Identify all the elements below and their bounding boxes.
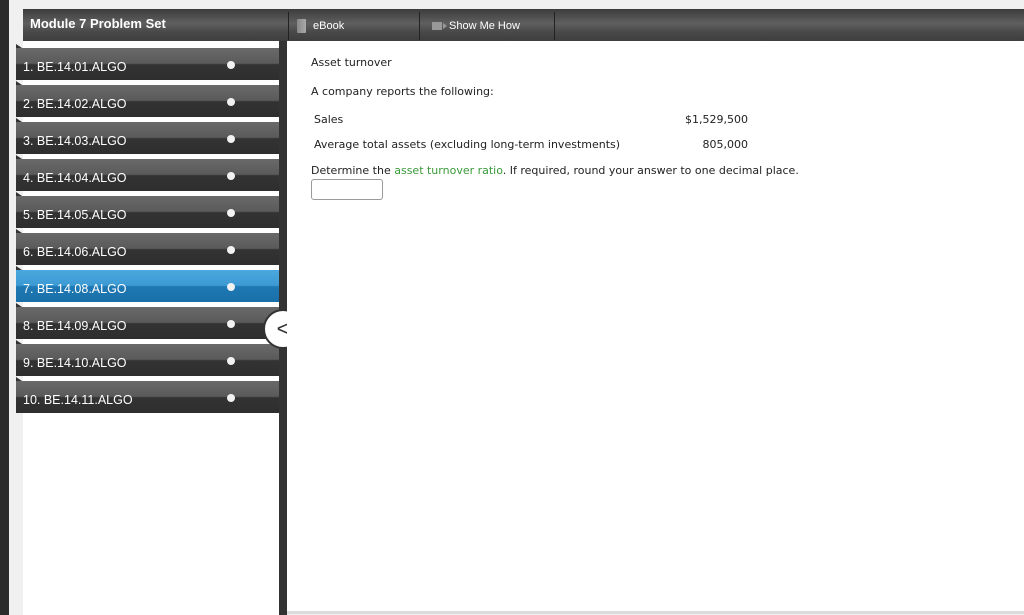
status-dot-icon xyxy=(227,320,235,328)
problem-title: Asset turnover xyxy=(311,56,392,69)
question-label: 6. BE.14.06.ALGO xyxy=(23,245,127,259)
video-icon xyxy=(432,22,447,30)
avg-assets-label: Average total assets (excluding long-ter… xyxy=(314,138,621,151)
avg-assets-value: 805,000 xyxy=(702,138,749,151)
question-label: 10. BE.14.11.ALGO xyxy=(23,393,133,407)
tab-ebook-label: eBook xyxy=(313,20,345,32)
sales-value: $1,529,500 xyxy=(685,113,748,126)
status-dot-icon xyxy=(227,209,235,217)
window-edge xyxy=(0,0,9,615)
sales-label: Sales xyxy=(314,113,344,126)
status-dot-icon xyxy=(227,172,235,180)
question-item-2[interactable]: 2. BE.14.02.ALGO xyxy=(16,81,279,117)
question-item-7-active[interactable]: 7. BE.14.08.ALGO xyxy=(16,266,279,302)
question-item-4[interactable]: 4. BE.14.04.ALGO xyxy=(16,155,279,191)
problem-content: Asset turnover A company reports the fol… xyxy=(287,41,1024,614)
question-label: 2. BE.14.02.ALGO xyxy=(23,97,127,111)
question-label: 8. BE.14.09.ALGO xyxy=(23,319,127,333)
question-text: Determine the asset turnover ratio. If r… xyxy=(311,164,799,177)
tab-show-me-how[interactable]: Show Me How xyxy=(419,12,554,40)
question-item-9[interactable]: 9. BE.14.10.ALGO xyxy=(16,340,279,376)
question-label: 9. BE.14.10.ALGO xyxy=(23,356,127,370)
status-dot-icon xyxy=(227,246,235,254)
question-suffix: . If required, round your answer to one … xyxy=(502,164,799,177)
status-dot-icon xyxy=(227,357,235,365)
question-label: 5. BE.14.05.ALGO xyxy=(23,208,127,222)
status-dot-icon xyxy=(227,98,235,106)
question-label: 7. BE.14.08.ALGO xyxy=(23,282,127,296)
book-icon xyxy=(297,19,306,33)
question-item-10[interactable]: 10. BE.14.11.ALGO xyxy=(16,377,279,413)
status-dot-icon xyxy=(227,61,235,69)
module-title: Module 7 Problem Set xyxy=(30,16,166,31)
status-dot-icon xyxy=(227,394,235,402)
question-item-8[interactable]: 8. BE.14.09.ALGO xyxy=(16,303,279,339)
question-prefix: Determine the xyxy=(311,164,395,177)
tab-show-me-how-label: Show Me How xyxy=(449,20,520,32)
question-item-1[interactable]: 1. BE.14.01.ALGO xyxy=(16,44,279,80)
answer-input[interactable] xyxy=(311,179,383,200)
question-item-3[interactable]: 3. BE.14.03.ALGO xyxy=(16,118,279,154)
status-dot-icon xyxy=(227,283,235,291)
question-item-6[interactable]: 6. BE.14.06.ALGO xyxy=(16,229,279,265)
problem-intro: A company reports the following: xyxy=(311,85,494,98)
question-label: 4. BE.14.04.ALGO xyxy=(23,171,127,185)
question-label: 1. BE.14.01.ALGO xyxy=(23,60,127,74)
question-list: 1. BE.14.01.ALGO 2. BE.14.02.ALGO 3. BE.… xyxy=(16,44,279,418)
question-label: 3. BE.14.03.ALGO xyxy=(23,134,127,148)
question-item-5[interactable]: 5. BE.14.05.ALGO xyxy=(16,192,279,228)
tab-ebook[interactable]: eBook xyxy=(288,12,419,40)
asset-turnover-ratio-link[interactable]: asset turnover ratio xyxy=(394,164,503,177)
status-dot-icon xyxy=(227,135,235,143)
tab-divider xyxy=(554,12,555,40)
